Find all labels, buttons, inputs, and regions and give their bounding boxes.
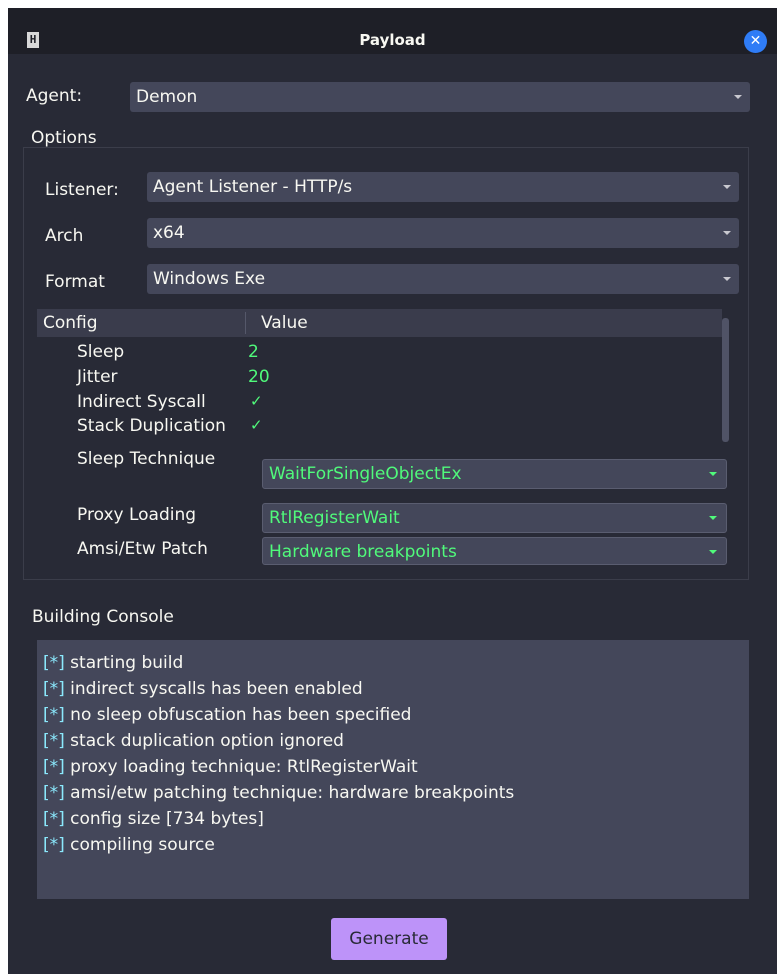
chevron-down-icon xyxy=(709,550,717,554)
config-row-label: Proxy Loading xyxy=(77,505,197,525)
console-prefix: [*] xyxy=(43,731,65,751)
arch-select-value: x64 xyxy=(153,223,185,243)
sleep-technique-select[interactable]: WaitForSingleObjectEx xyxy=(262,459,727,489)
window-title: Payload xyxy=(359,31,426,49)
console-line-text: amsi/etw patching technique: hardware br… xyxy=(70,783,515,803)
chevron-down-icon xyxy=(709,516,717,520)
console-line: [*] no sleep obfuscation has been specif… xyxy=(43,702,749,728)
chevron-down-icon xyxy=(723,277,731,281)
options-heading: Options xyxy=(31,128,97,148)
console-line: [*] amsi/etw patching technique: hardwar… xyxy=(43,780,749,806)
console-prefix: [*] xyxy=(43,783,65,803)
arch-label: Arch xyxy=(45,226,84,246)
check-icon[interactable]: ✓ xyxy=(250,392,263,410)
console-heading: Building Console xyxy=(32,607,174,627)
chevron-down-icon xyxy=(709,472,717,476)
table-scrollbar[interactable] xyxy=(722,318,729,442)
console-line: [*] stack duplication option ignored xyxy=(43,728,749,754)
config-row-value[interactable]: 2 xyxy=(248,342,259,362)
check-icon[interactable]: ✓ xyxy=(250,416,263,434)
agent-label: Agent: xyxy=(26,86,83,106)
console-prefix: [*] xyxy=(43,835,65,855)
console-line-text: starting build xyxy=(70,653,184,673)
console-line: [*] proxy loading technique: RtlRegister… xyxy=(43,754,749,780)
console-prefix: [*] xyxy=(43,757,65,777)
listener-select[interactable]: Agent Listener - HTTP/s xyxy=(147,172,739,202)
build-console[interactable]: [*] starting build [*] indirect syscalls… xyxy=(37,640,749,899)
config-row-label: Indirect Syscall xyxy=(77,392,206,412)
console-line: [*] starting build xyxy=(43,650,749,676)
config-row-value[interactable]: 20 xyxy=(248,367,270,387)
table-header: Config Value xyxy=(37,309,722,337)
console-line: [*] config size [734 bytes] xyxy=(43,806,749,832)
console-prefix: [*] xyxy=(43,705,65,725)
config-row-label: Jitter xyxy=(77,367,118,387)
amsi-etw-patch-value: Hardware breakpoints xyxy=(269,542,457,562)
chevron-down-icon xyxy=(723,231,731,235)
column-header-value: Value xyxy=(261,313,308,333)
sleep-technique-value: WaitForSingleObjectEx xyxy=(269,464,462,484)
column-header-config: Config xyxy=(43,313,98,333)
chevron-down-icon xyxy=(723,185,731,189)
close-icon[interactable]: ✕ xyxy=(744,30,767,53)
proxy-loading-select[interactable]: RtlRegisterWait xyxy=(262,503,727,533)
proxy-loading-value: RtlRegisterWait xyxy=(269,508,400,528)
console-prefix: [*] xyxy=(43,679,65,699)
console-line-text: no sleep obfuscation has been specified xyxy=(70,705,412,725)
console-prefix: [*] xyxy=(43,809,65,829)
console-line: [*] indirect syscalls has been enabled xyxy=(43,676,749,702)
arch-select[interactable]: x64 xyxy=(147,218,739,248)
generate-button[interactable]: Generate xyxy=(331,918,447,960)
config-row-label: Amsi/Etw Patch xyxy=(77,539,208,559)
chevron-down-icon xyxy=(734,95,742,99)
amsi-etw-patch-select[interactable]: Hardware breakpoints xyxy=(262,537,727,565)
console-line-text: stack duplication option ignored xyxy=(70,731,344,751)
listener-label: Listener: xyxy=(45,180,119,200)
config-row-label: Sleep xyxy=(77,342,125,362)
console-line-text: proxy loading technique: RtlRegisterWait xyxy=(70,757,418,777)
console-line: [*] compiling source xyxy=(43,832,749,858)
format-label: Format xyxy=(45,272,105,292)
listener-select-value: Agent Listener - HTTP/s xyxy=(153,177,353,197)
title-bar: H Payload ✕ xyxy=(8,8,777,54)
console-line-text: compiling source xyxy=(70,835,215,855)
config-row-label: Sleep Technique xyxy=(77,449,216,469)
console-prefix: [*] xyxy=(43,653,65,673)
console-line-text: config size [734 bytes] xyxy=(70,809,264,829)
console-line-text: indirect syscalls has been enabled xyxy=(70,679,363,699)
config-table[interactable]: Config Value Sleep 2 Jitter 20 Indirect … xyxy=(37,309,734,565)
agent-select[interactable]: Demon xyxy=(130,82,750,112)
format-select[interactable]: Windows Exe xyxy=(147,264,739,294)
format-select-value: Windows Exe xyxy=(153,269,266,289)
config-row-label: Stack Duplication xyxy=(77,416,226,436)
agent-select-value: Demon xyxy=(136,87,198,107)
column-divider xyxy=(245,312,246,334)
